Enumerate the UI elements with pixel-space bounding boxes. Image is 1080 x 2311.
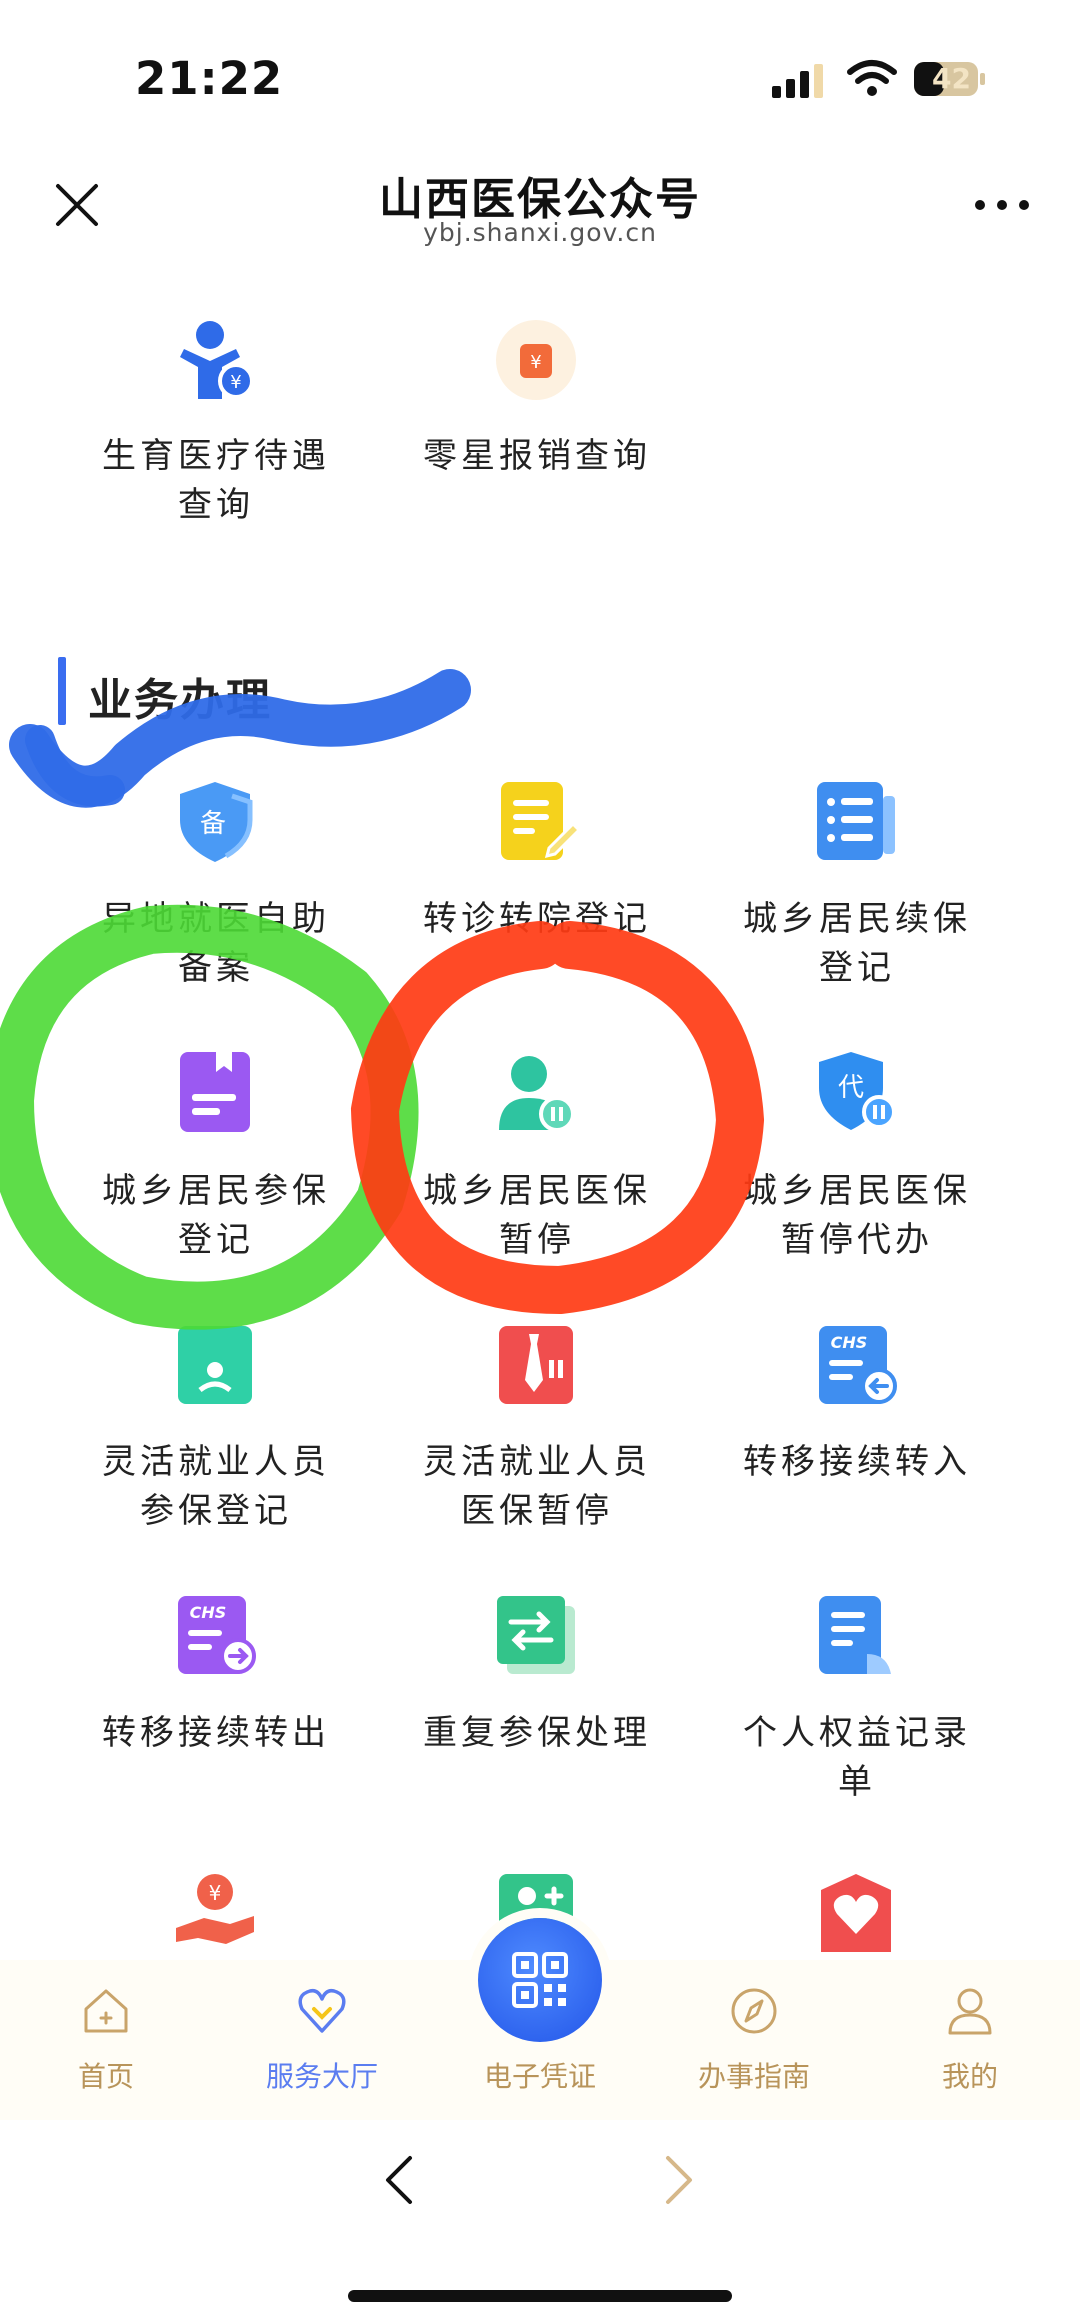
svg-text:CHS: CHS (831, 1333, 868, 1352)
wifi-icon (847, 60, 897, 96)
grid-label: 异地就医自助 (102, 899, 330, 939)
shield-pause-icon: 代 (819, 1052, 896, 1130)
id-card-icon (178, 1326, 252, 1404)
grid-label: 登记 (178, 1220, 254, 1260)
grid-label: 转移接续转入 (743, 1442, 971, 1482)
home-indicator (348, 2290, 732, 2302)
chs-out-icon: CHS (178, 1596, 256, 1674)
edit-note-icon (501, 782, 581, 860)
list-doc-icon (817, 782, 895, 860)
battery-level: 42 (932, 62, 971, 95)
section-accent-bar (58, 657, 66, 725)
grid-label: 登记 (819, 948, 895, 988)
page-url: ybj.shanxi.gov.cn (423, 218, 657, 247)
tab-label: 办事指南 (697, 2060, 810, 2093)
grid-label: 转诊转院登记 (423, 899, 651, 939)
book-icon (180, 1052, 250, 1132)
section-title: 业务办理 (88, 675, 272, 726)
person-icon (948, 1988, 992, 2035)
tab-e-voucher[interactable]: 电子凭证 (460, 1985, 620, 2095)
svg-text:备: 备 (200, 809, 226, 839)
grid-label: 城乡居民医保 (423, 1171, 651, 1211)
grid-label: 个人权益记录 (743, 1713, 971, 1753)
tab-service-hall[interactable]: 服务大厅 (242, 1985, 402, 2095)
svg-text:CHS: CHS (190, 1603, 227, 1622)
tie-pause-icon (499, 1326, 573, 1404)
status-bar: 21:22 42 (0, 0, 1080, 150)
grid-label: 转移接续转出 (102, 1713, 330, 1753)
tab-label: 首页 (77, 2060, 134, 2093)
cellular-signal-icon (772, 64, 823, 98)
tab-guide[interactable]: 办事指南 (674, 1985, 834, 2095)
svg-text:¥: ¥ (209, 1881, 222, 1905)
heart-icon (298, 1988, 346, 2033)
grid-label: 零星报销查询 (423, 436, 651, 476)
compass-icon (731, 1988, 777, 2034)
grid-label: 重复参保处理 (423, 1713, 651, 1753)
grid-label: 城乡居民医保 (743, 1171, 971, 1211)
user-pause-icon (499, 1056, 575, 1132)
grid-label: 查询 (178, 485, 254, 525)
repeat-icon (497, 1596, 575, 1674)
record-doc-icon (819, 1596, 891, 1674)
browser-nav-bar (0, 2120, 1080, 2311)
grid-label: 暂停 (499, 1220, 575, 1260)
reimbursement-icon: ¥ (496, 320, 576, 400)
grid-label: 备案 (178, 948, 254, 988)
grid-label: 单 (838, 1762, 876, 1802)
hand-money-icon[interactable]: ¥ (170, 1868, 260, 1958)
home-icon (84, 1989, 128, 2033)
grid-label: 暂停代办 (781, 1220, 933, 1260)
tab-home[interactable]: 首页 (26, 1985, 186, 2095)
grid-label: 参保登记 (140, 1491, 292, 1531)
grid-label: 灵活就业人员 (102, 1442, 330, 1482)
heart-card-icon[interactable] (811, 1868, 901, 1958)
svg-text:¥: ¥ (230, 372, 241, 393)
svg-text:¥: ¥ (530, 352, 541, 373)
more-icon[interactable] (972, 190, 1032, 220)
status-time: 21:22 (135, 52, 284, 105)
tab-label: 我的 (941, 2060, 998, 2093)
chevron-right-icon[interactable] (656, 2152, 700, 2208)
tab-label: 服务大厅 (265, 2060, 378, 2093)
svg-text:代: 代 (838, 1073, 864, 1103)
grid-label: 医保暂停 (461, 1491, 613, 1531)
grid-label: 灵活就业人员 (423, 1442, 651, 1482)
maternity-icon: ¥ (180, 321, 254, 399)
grid-label: 城乡居民续保 (743, 899, 971, 939)
chs-in-icon: CHS (819, 1326, 897, 1404)
chevron-left-icon[interactable] (378, 2152, 422, 2208)
tab-label: 电子凭证 (483, 2060, 596, 2093)
shield-icon: 备 (180, 782, 253, 862)
grid-label: 城乡居民参保 (102, 1171, 330, 1211)
grid-label: 生育医疗待遇 (102, 436, 330, 476)
tab-mine[interactable]: 我的 (890, 1985, 1050, 2095)
